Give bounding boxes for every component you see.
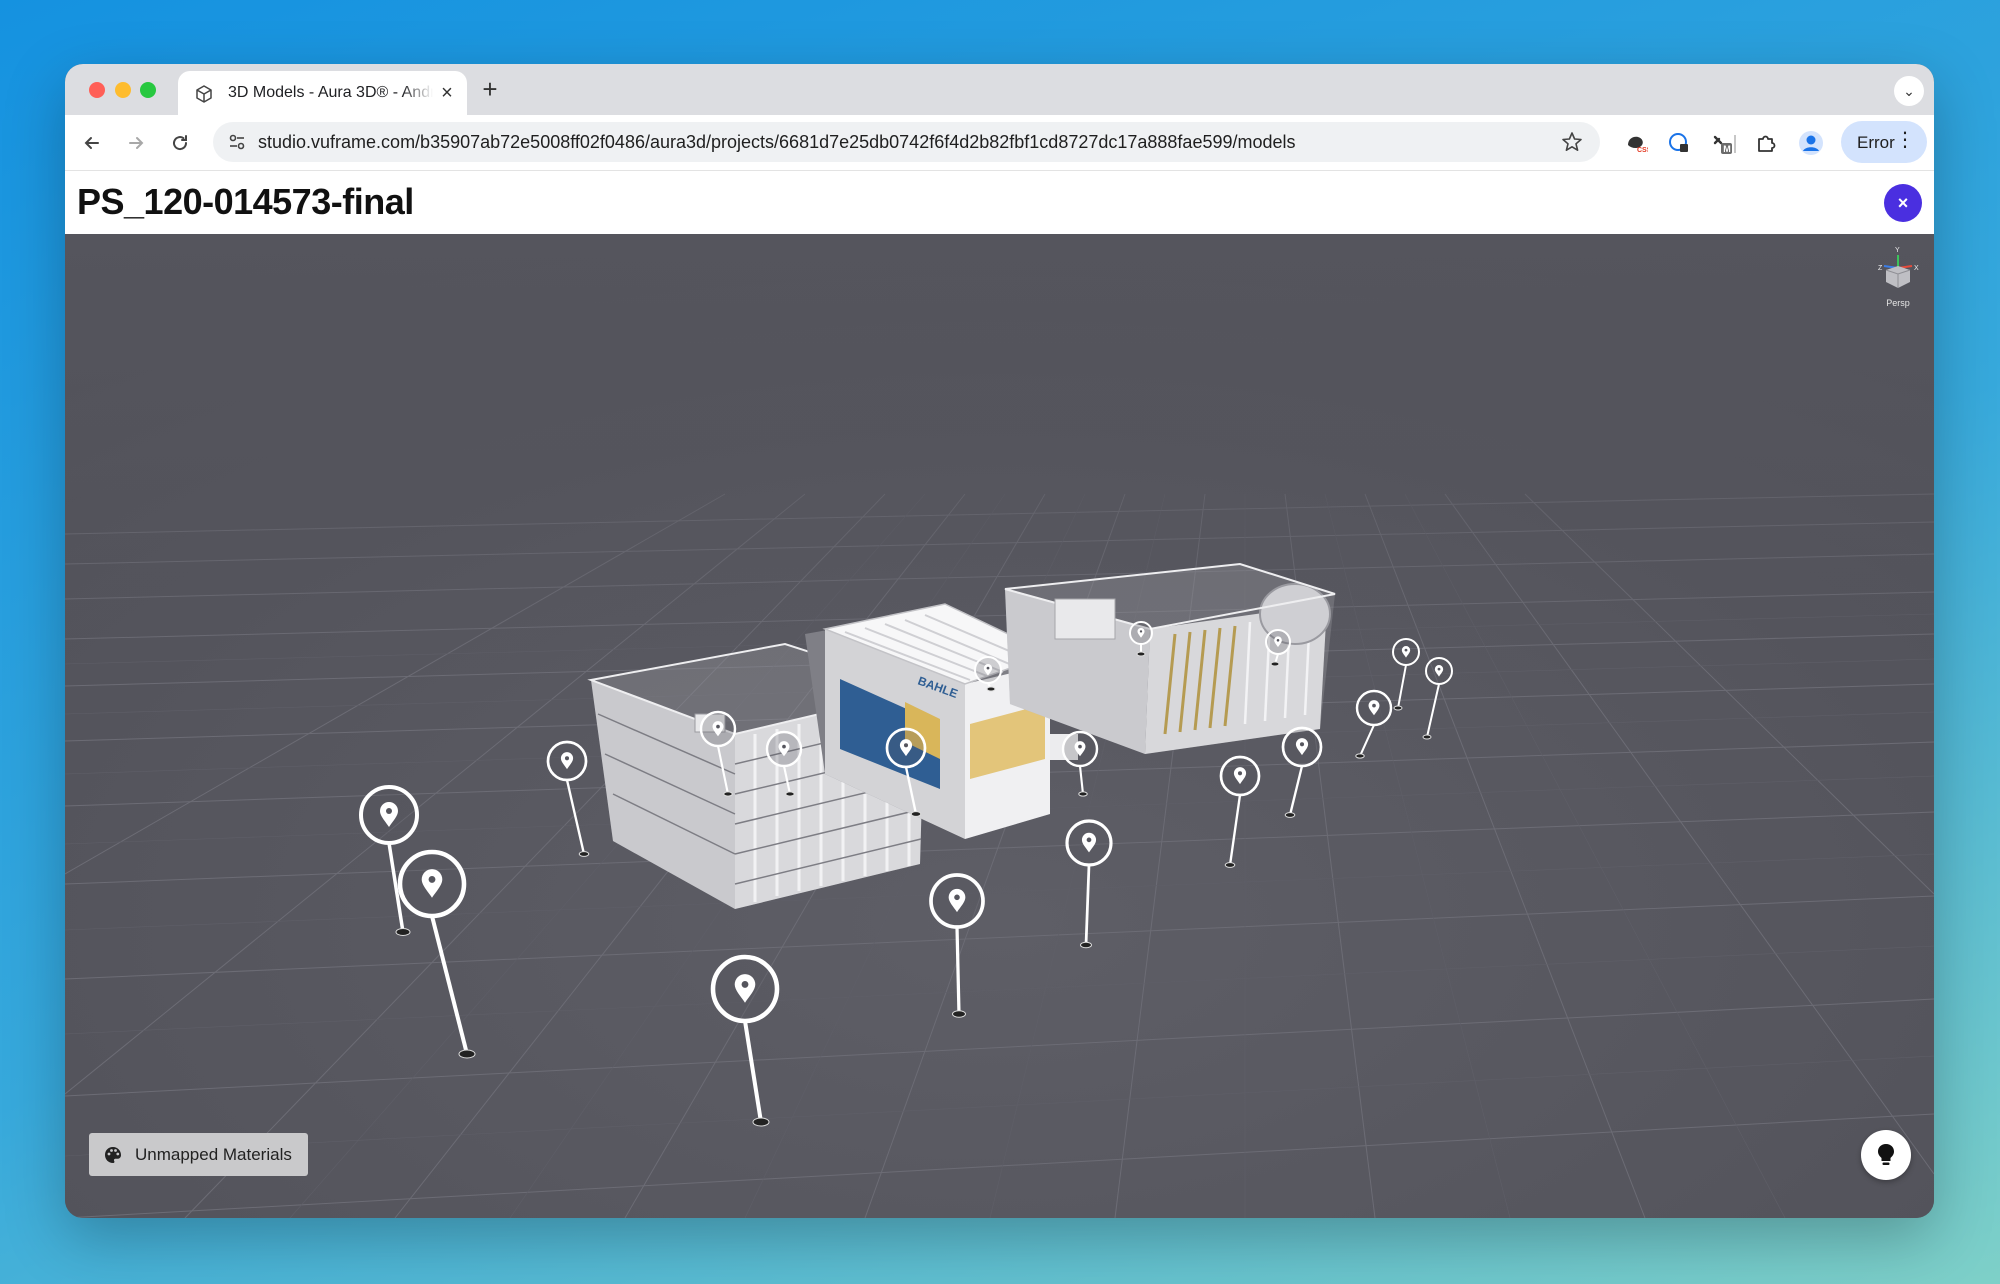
reload-icon (173, 135, 188, 151)
forward-button[interactable] (121, 128, 151, 158)
hotspot-base (578, 851, 590, 857)
camera-mode-label: Persp (1886, 298, 1910, 308)
pin-dot (564, 756, 570, 761)
browser-window: 3D Models - Aura 3D® - Andr × + ⌄ studio… (65, 64, 1934, 1218)
hotspot-base (1284, 812, 1296, 818)
close-viewer-button[interactable]: × (1884, 184, 1922, 222)
pin-dot (1276, 639, 1280, 642)
pin-dot (716, 724, 720, 729)
url-text[interactable]: studio.vuframe.com/b35907ab72e5008ff02f0… (258, 132, 1296, 153)
site-settings-icon[interactable] (227, 132, 247, 152)
3d-viewport[interactable]: BAHLE Y Z X Persp Unmapped Materials (65, 234, 1934, 1218)
pin-dot (986, 666, 990, 670)
axis-x-label: X (1914, 265, 1919, 272)
new-tab-button[interactable]: + (477, 76, 503, 103)
pin-dot (782, 744, 786, 749)
tab-title: 3D Models - Aura 3D® - Andr (228, 84, 433, 101)
hint-button[interactable] (1861, 1130, 1911, 1180)
bookmark-star-icon[interactable] (1560, 130, 1584, 154)
hotspot-base (1270, 661, 1280, 667)
hotspot-base (723, 791, 733, 797)
pin-dot (1404, 648, 1408, 652)
pin-dot (386, 808, 392, 814)
hotspot-base (785, 791, 795, 797)
3d-scene[interactable]: BAHLE (65, 234, 1934, 1218)
cube-icon (196, 85, 212, 103)
page-title: PS_120-014573-final (77, 181, 414, 222)
browser-tab[interactable]: 3D Models - Aura 3D® - Andr × (178, 71, 467, 115)
pin-dot (1437, 667, 1441, 671)
pin-dot (428, 876, 436, 883)
arrow-right-icon (129, 137, 144, 149)
pin-dot (954, 894, 960, 901)
unmapped-materials-label: Unmapped Materials (135, 1145, 292, 1164)
hotspot-base (458, 1049, 476, 1059)
palette-icon (105, 1147, 121, 1163)
hotspot-base (986, 686, 996, 692)
view-cube-gizmo[interactable]: Y Z X Persp (1876, 244, 1920, 308)
tab-search-button[interactable]: ⌄ (1894, 76, 1924, 106)
pin-dot (1139, 630, 1143, 633)
pin-dot (741, 981, 749, 988)
browser-menu-icon[interactable]: ⋮ (1895, 129, 1915, 151)
address-bar[interactable]: studio.vuframe.com/b35907ab72e5008ff02f0… (213, 122, 1600, 162)
profile-error-label: Error (1857, 133, 1895, 152)
axis-z-label: Z (1878, 265, 1883, 272)
hotspot-base (1078, 791, 1088, 797)
axis-y-label: Y (1895, 247, 1900, 254)
extensions-puzzle-icon[interactable] (1752, 129, 1780, 157)
profile-error-button[interactable]: Error ⋮ (1841, 121, 1927, 163)
pin-dot (1237, 771, 1243, 776)
pin-dot (1372, 703, 1376, 708)
hotspot-base (1422, 734, 1432, 740)
lightbulb-icon (1878, 1144, 1894, 1165)
hotspot-base (1355, 753, 1365, 759)
window-close-button[interactable] (89, 82, 105, 98)
hotspot-base (752, 1117, 770, 1127)
hotspot-stem (955, 926, 961, 1015)
svg-text:CSS: CSS (1637, 147, 1648, 154)
unmapped-materials-button[interactable]: Unmapped Materials (89, 1133, 308, 1176)
toolbar-divider (1734, 135, 1736, 153)
hotspot-base (1224, 862, 1236, 868)
extension-badge: M (1723, 144, 1731, 154)
hotspot-base (395, 928, 411, 936)
arrow-left-icon (84, 137, 99, 149)
hotspot-base (1393, 705, 1403, 711)
tab-close-button[interactable]: × (437, 83, 457, 103)
reload-button[interactable] (165, 128, 195, 158)
window-minimize-button[interactable] (115, 82, 131, 98)
pin-dot (1299, 742, 1305, 747)
extension-lock-icon[interactable] (1665, 129, 1693, 157)
profile-avatar[interactable] (1797, 129, 1825, 157)
browser-toolbar: studio.vuframe.com/b35907ab72e5008ff02f0… (65, 115, 1934, 171)
model-header: PS_120-014573-final × (65, 171, 1934, 234)
hotspot-base (952, 1010, 966, 1018)
hotspot-base (910, 811, 922, 817)
axis-gizmo-icon: Y Z X (1878, 247, 1919, 288)
pin-dot (903, 743, 909, 748)
window-maximize-button[interactable] (140, 82, 156, 98)
hotspot-base (1080, 941, 1092, 949)
tab-strip: 3D Models - Aura 3D® - Andr × + ⌄ (65, 64, 1934, 115)
back-button[interactable] (77, 128, 107, 158)
pin-dot (1086, 837, 1092, 843)
extension-css-icon[interactable]: CSS (1622, 129, 1650, 157)
extension-m-icon[interactable]: M (1707, 129, 1735, 157)
hotspot-base (1136, 651, 1146, 657)
pin-dot (1078, 744, 1082, 749)
